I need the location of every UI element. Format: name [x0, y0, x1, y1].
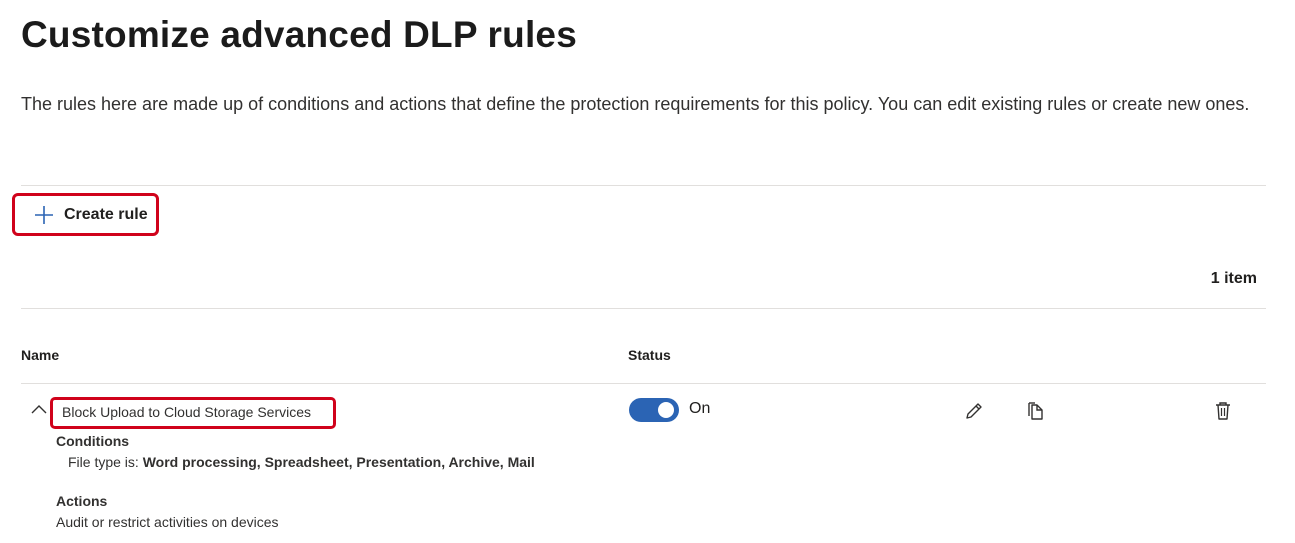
copy-icon[interactable]: [1025, 400, 1047, 422]
action-text: Audit or restrict activities on devices: [56, 514, 279, 530]
divider: [21, 308, 1266, 309]
column-header-name[interactable]: Name: [21, 347, 59, 363]
edit-icon[interactable]: [963, 400, 985, 422]
page-description: The rules here are made up of conditions…: [21, 94, 1250, 114]
create-rule-label: Create rule: [64, 205, 148, 223]
delete-icon[interactable]: [1212, 400, 1234, 422]
rule-name[interactable]: Block Upload to Cloud Storage Services: [50, 397, 336, 429]
condition-prefix: File type is:: [68, 454, 143, 470]
toggle-knob: [658, 402, 674, 418]
column-header-status[interactable]: Status: [628, 347, 671, 363]
page-title: Customize advanced DLP rules: [21, 14, 577, 55]
divider: [21, 383, 1266, 384]
status-toggle[interactable]: [629, 398, 679, 422]
divider: [21, 185, 1266, 186]
chevron-up-icon[interactable]: [30, 402, 48, 416]
status-label: On: [689, 400, 711, 417]
actions-heading: Actions: [56, 493, 108, 509]
condition-value: Word processing, Spreadsheet, Presentati…: [142, 454, 535, 470]
condition-text: File type is: Word processing, Spreadshe…: [68, 454, 535, 470]
conditions-heading: Conditions: [56, 433, 130, 449]
item-count: 1 item: [1210, 270, 1257, 287]
plus-icon: [35, 205, 53, 224]
create-rule-button[interactable]: Create rule: [12, 193, 159, 236]
